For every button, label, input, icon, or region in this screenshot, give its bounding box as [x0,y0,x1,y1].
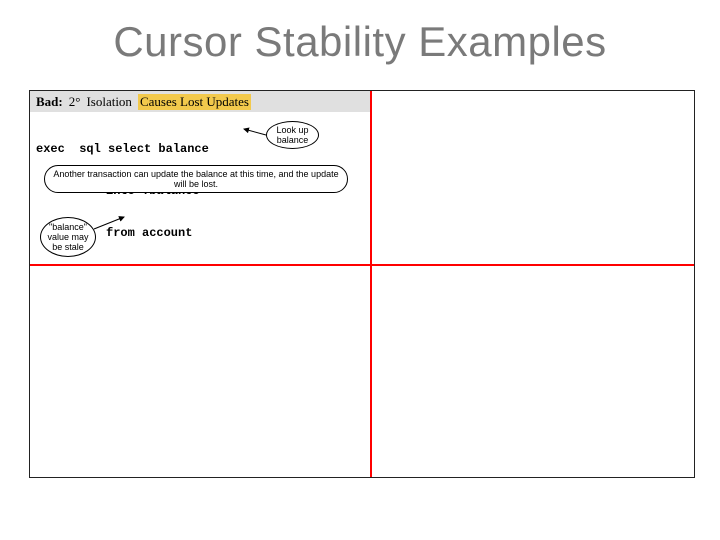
quadrant-top-left: Bad: 2° Isolation Causes Lost Updates ex… [30,91,370,264]
header-word: Isolation [86,94,132,110]
callout-text: "balance" value may be stale [45,222,91,252]
bad-label: Bad: [36,94,63,110]
callout-text: Look up balance [271,125,314,145]
quadrant-bottom-left [30,266,370,477]
callout-text: Another transaction can update the balan… [49,169,343,189]
quadrant-top-right [372,91,694,264]
callout-stale: "balance" value may be stale [40,217,96,257]
header-highlight: Causes Lost Updates [138,94,251,110]
callout-lookup-balance: Look up balance [266,121,319,149]
header-prefix: 2° [69,94,81,110]
quadrant-panel: Bad: 2° Isolation Causes Lost Updates ex… [29,90,695,478]
slide-title: Cursor Stability Examples [0,18,720,66]
example-header: Bad: 2° Isolation Causes Lost Updates [30,91,370,112]
quadrant-bottom-right [372,266,694,477]
callout-warning: Another transaction can update the balan… [44,165,348,193]
code-line: exec sql select balance [36,142,364,156]
slide: Cursor Stability Examples Bad: 2° Isolat… [0,0,720,540]
